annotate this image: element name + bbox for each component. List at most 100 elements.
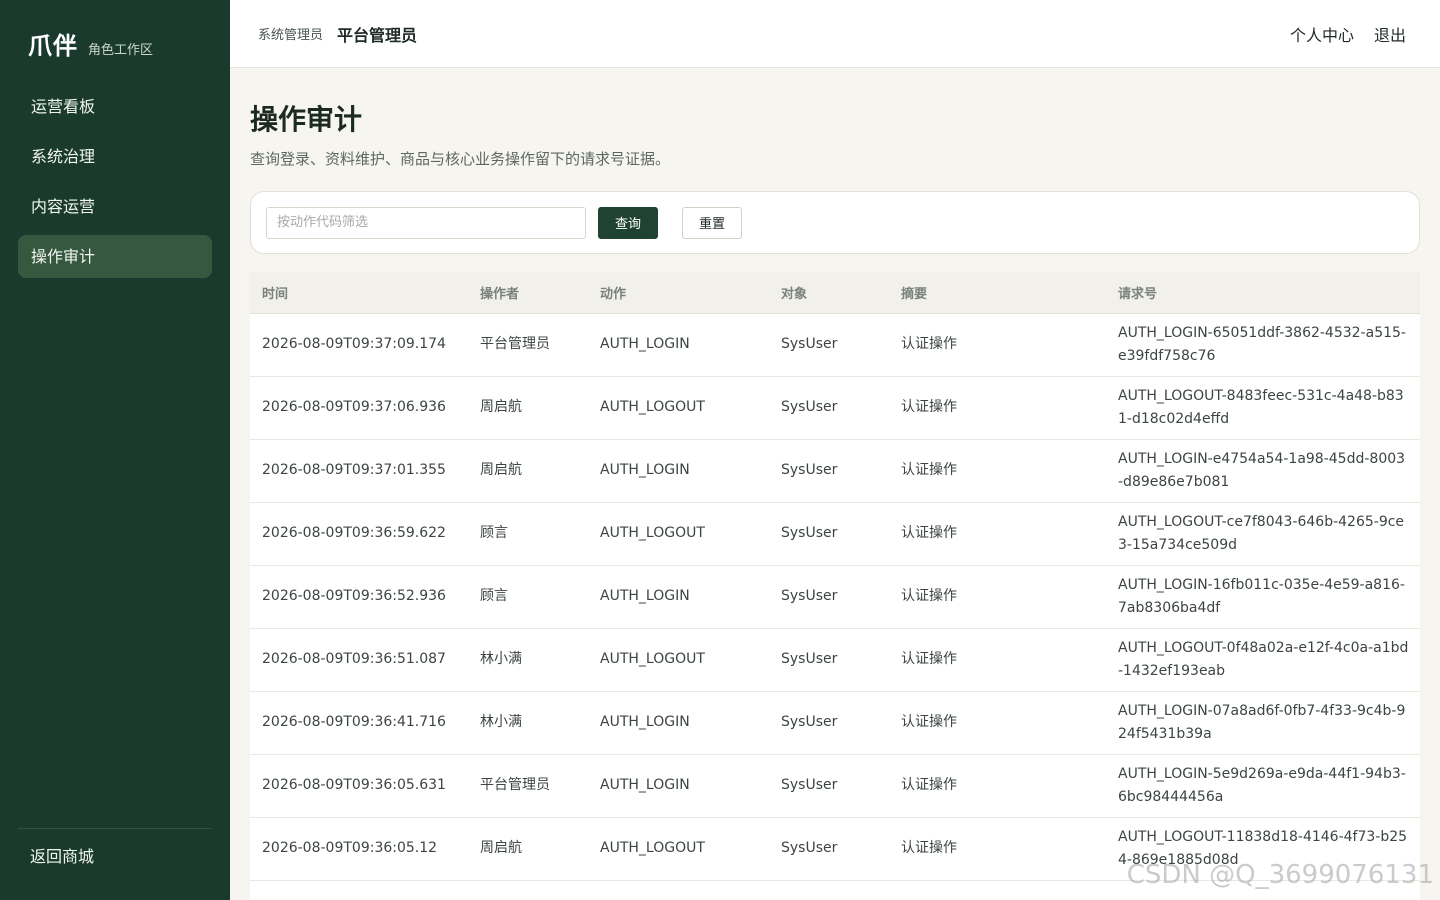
cell-time: 2026-08-09T09:36:41.716 xyxy=(250,691,468,755)
role-label: 系统管理员 xyxy=(258,28,324,43)
cell-target: SysUser xyxy=(769,376,889,440)
cell-operator: 周启航 xyxy=(468,880,588,900)
column-header-request-id: 请求号 xyxy=(1106,272,1420,314)
sidebar-item-operations-dashboard[interactable]: 运营看板 xyxy=(18,85,212,128)
table-row: 2026-08-09T09:36:04.103周启航AUTH_LOGINSysU… xyxy=(250,880,1420,900)
cell-action: AUTH_LOGOUT xyxy=(588,376,769,440)
cell-request-id: AUTH_LOGIN-5e9d269a-e9da-44f1-94b3-6bc98… xyxy=(1106,754,1420,818)
cell-action: AUTH_LOGIN xyxy=(588,565,769,629)
cell-operator: 林小满 xyxy=(468,628,588,692)
cell-operator: 顾言 xyxy=(468,565,588,629)
table-row: 2026-08-09T09:36:59.622 顾言 AUTH_LOGOUT SysU… xyxy=(250,502,1420,566)
sidebar: 爪伴 角色工作区 运营看板 系统治理 内容运营 操作审计 返回商城 xyxy=(0,0,230,900)
table-body: 2026-08-09T09:37:09.174 平台管理员 AUTH_LOGIN Sy… xyxy=(250,313,1420,900)
cell-action: AUTH_LOGIN xyxy=(588,439,769,503)
cell-request-id: AUTH_LOGIN-e5189107-0976-40e6-bc92- xyxy=(1106,880,1420,900)
column-header-summary: 摘要 xyxy=(889,272,1106,314)
column-header-operator: 操作者 xyxy=(468,272,588,314)
page-content: 操作审计 查询登录、资料维护、商品与核心业务操作留下的请求号证据。 查询 重置 … xyxy=(230,68,1440,900)
cell-summary: 认证操作 xyxy=(889,376,1106,440)
cell-request-id: AUTH_LOGOUT-11838d18-4146-4f73-b254-869e… xyxy=(1106,817,1420,881)
logout-link[interactable]: 退出 xyxy=(1374,22,1406,46)
cell-request-id: AUTH_LOGIN-16fb011c-035e-4e59-a816-7ab83… xyxy=(1106,565,1420,629)
cell-time: 2026-08-09T09:36:59.622 xyxy=(250,502,468,566)
table-row: 2026-08-09T09:36:05.631 平台管理员 AUTH_LOGIN Sy… xyxy=(250,754,1420,818)
cell-target: SysUser xyxy=(769,628,889,692)
cell-request-id: AUTH_LOGIN-65051ddf-3862-4532-a515-e39fd… xyxy=(1106,313,1420,377)
audit-table-container: 时间 操作者 动作 对象 摘要 请求号 2026-08-09T09:37:09.… xyxy=(250,272,1420,900)
cell-time: 2026-08-09T09:36:51.087 xyxy=(250,628,468,692)
cell-target: SysUser xyxy=(769,565,889,629)
cell-target: SysUser xyxy=(769,502,889,566)
cell-summary: 认证操作 xyxy=(889,880,1106,900)
cell-request-id: AUTH_LOGOUT-0f48a02a-e12f-4c0a-a1bd-1432… xyxy=(1106,628,1420,692)
app-root: 爪伴 角色工作区 运营看板 系统治理 内容运营 操作审计 返回商城 系统管理员 … xyxy=(0,0,1440,900)
cell-action: AUTH_LOGIN xyxy=(588,754,769,818)
cell-summary: 认证操作 xyxy=(889,628,1106,692)
sidebar-item-operation-audit[interactable]: 操作审计 xyxy=(18,235,212,278)
table-row: 2026-08-09T09:37:09.174 平台管理员 AUTH_LOGIN Sy… xyxy=(250,313,1420,377)
cell-operator: 周启航 xyxy=(468,376,588,440)
cell-time: 2026-08-09T09:37:09.174 xyxy=(250,313,468,377)
audit-table: 时间 操作者 动作 对象 摘要 请求号 2026-08-09T09:37:09.… xyxy=(250,272,1420,900)
table-row: 2026-08-09T09:37:06.936 周启航 AUTH_LOGOUT Sys… xyxy=(250,376,1420,440)
filter-bar: 查询 重置 xyxy=(250,191,1420,254)
cell-time: 2026-08-09T09:36:05.12 xyxy=(250,817,468,881)
cell-time: 2026-08-09T09:37:01.355 xyxy=(250,439,468,503)
page-description: 查询登录、资料维护、商品与核心业务操作留下的请求号证据。 xyxy=(250,150,671,168)
cell-summary: 认证操作 xyxy=(889,817,1106,881)
profile-link[interactable]: 个人中心 xyxy=(1290,22,1354,46)
topbar: 系统管理员 平台管理员 个人中心 退出 xyxy=(230,0,1440,68)
brand: 爪伴 角色工作区 xyxy=(28,26,153,61)
cell-operator: 林小满 xyxy=(468,691,588,755)
cell-action: AUTH_LOGOUT xyxy=(588,628,769,692)
cell-operator: 周启航 xyxy=(468,817,588,881)
cell-target: SysUser xyxy=(769,817,889,881)
cell-target: SysUser xyxy=(769,691,889,755)
main-area: 系统管理员 平台管理员 个人中心 退出 操作审计 查询登录、资料维护、商品与核心… xyxy=(230,0,1440,900)
table-header-row: 时间 操作者 动作 对象 摘要 请求号 xyxy=(250,272,1420,314)
sidebar-item-system-governance[interactable]: 系统治理 xyxy=(18,135,212,178)
sidebar-item-content-operations[interactable]: 内容运营 xyxy=(18,185,212,228)
cell-operator: 周启航 xyxy=(468,439,588,503)
table-row: 2026-08-09T09:36:52.936 顾言 AUTH_LOGIN SysUs… xyxy=(250,565,1420,629)
table-row: 2026-08-09T09:36:51.087 林小满 AUTH_LOGOUT Sys… xyxy=(250,628,1420,692)
reset-button[interactable]: 重置 xyxy=(682,206,742,239)
cell-time: 2026-08-09T09:36:04.103 xyxy=(250,880,468,900)
column-header-action: 动作 xyxy=(588,272,769,314)
cell-summary: 认证操作 xyxy=(889,439,1106,503)
topbar-actions: 个人中心 退出 xyxy=(1290,22,1406,46)
sidebar-nav: 运营看板 系统治理 内容运营 操作审计 xyxy=(18,85,212,285)
table-row: 2026-08-09T09:36:41.716 林小满 AUTH_LOGIN SysU… xyxy=(250,691,1420,755)
cell-summary: 认证操作 xyxy=(889,754,1106,818)
table-row: 2026-08-09T09:37:01.355 周启航 AUTH_LOGIN SysU… xyxy=(250,439,1420,503)
cell-time: 2026-08-09T09:36:52.936 xyxy=(250,565,468,629)
cell-summary: 认证操作 xyxy=(889,502,1106,566)
cell-request-id: AUTH_LOGOUT-ce7f8043-646b-4265-9ce3-15a7… xyxy=(1106,502,1420,566)
cell-summary: 认证操作 xyxy=(889,565,1106,629)
column-header-time: 时间 xyxy=(250,272,468,314)
cell-request-id: AUTH_LOGIN-e4754a54-1a98-45dd-8003-d89e8… xyxy=(1106,439,1420,503)
sidebar-footer: 返回商城 xyxy=(18,828,212,867)
brand-name: 爪伴 xyxy=(28,32,78,60)
role-name: 平台管理员 xyxy=(337,25,418,45)
cell-action: AUTH_LOGOUT xyxy=(588,817,769,881)
back-to-mall-link[interactable]: 返回商城 xyxy=(18,829,212,867)
cell-operator: 顾言 xyxy=(468,502,588,566)
cell-operator: 平台管理员 xyxy=(468,313,588,377)
cell-time: 2026-08-09T09:36:05.631 xyxy=(250,754,468,818)
cell-action: AUTH_LOGIN xyxy=(588,691,769,755)
cell-action: AUTH_LOGIN xyxy=(588,880,769,900)
cell-request-id: AUTH_LOGIN-07a8ad6f-0fb7-4f33-9c4b-924f5… xyxy=(1106,691,1420,755)
table-row: 2026-08-09T09:36:05.12 周启航 AUTH_LOGOUT SysU… xyxy=(250,817,1420,881)
brand-subtitle: 角色工作区 xyxy=(88,43,154,58)
cell-action: AUTH_LOGIN xyxy=(588,313,769,377)
cell-operator: 平台管理员 xyxy=(468,754,588,818)
action-code-filter-input[interactable] xyxy=(266,206,586,239)
table-header: 时间 操作者 动作 对象 摘要 请求号 xyxy=(250,272,1420,314)
query-button[interactable]: 查询 xyxy=(598,206,658,239)
cell-target: SysUser xyxy=(769,313,889,377)
cell-summary: 认证操作 xyxy=(889,691,1106,755)
cell-request-id: AUTH_LOGOUT-8483feec-531c-4a48-b831-d18c… xyxy=(1106,376,1420,440)
page-title: 操作审计 xyxy=(250,103,363,136)
